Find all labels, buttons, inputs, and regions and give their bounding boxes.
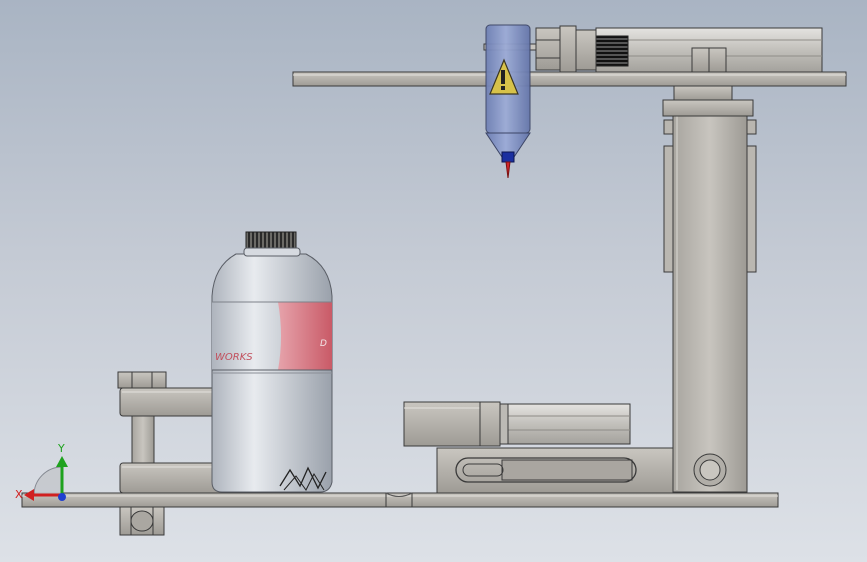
base-nut[interactable] xyxy=(119,506,165,536)
bottle-label-text-2: D xyxy=(320,339,327,349)
graphics-viewport[interactable]: WORKS D Y X xyxy=(0,0,867,562)
y-axis-label: Y xyxy=(57,442,65,455)
syringe[interactable] xyxy=(485,24,531,179)
slotted-bracket[interactable] xyxy=(436,447,678,494)
base-plate[interactable] xyxy=(21,492,779,508)
bottle[interactable]: WORKS D xyxy=(211,231,333,493)
top-actuator[interactable] xyxy=(483,25,823,73)
z-axis-marker xyxy=(58,493,66,501)
x-axis-label: X xyxy=(15,488,23,501)
slide-cylinder[interactable] xyxy=(403,401,631,447)
coordinate-triad: Y X xyxy=(15,442,68,501)
top-arm[interactable] xyxy=(292,71,847,87)
vertical-post[interactable] xyxy=(662,85,757,493)
bottle-label-text: WORKS xyxy=(215,352,253,363)
model-view[interactable]: WORKS D Y X xyxy=(0,0,867,562)
